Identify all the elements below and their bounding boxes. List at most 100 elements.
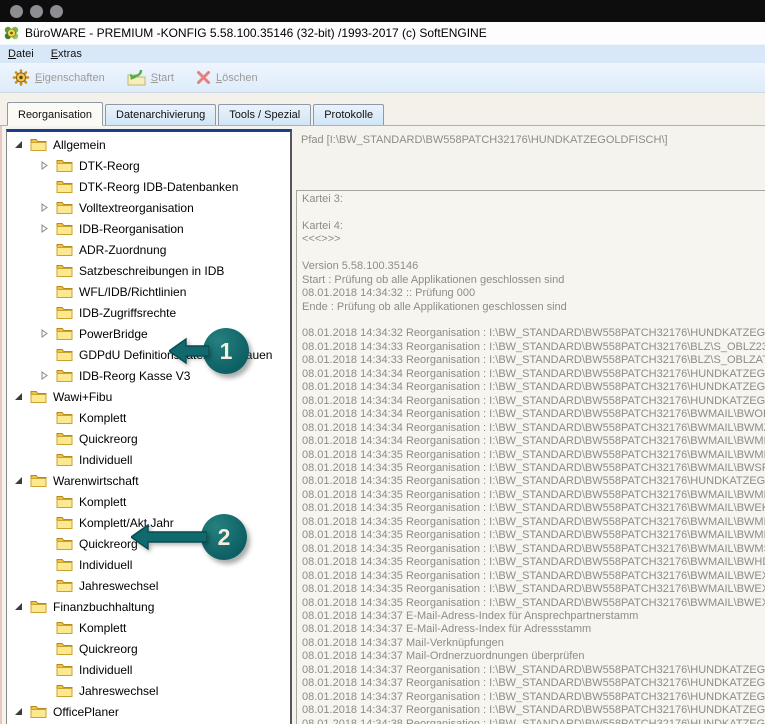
tree-item-volltextreorganisation[interactable]: Volltextreorganisation — [7, 197, 290, 218]
folder-icon — [56, 495, 73, 508]
tree-expander-spacer — [40, 581, 53, 591]
tree-item-idb-reorganisation[interactable]: IDB-Reorganisation — [7, 218, 290, 239]
app-window: BüroWARE - PREMIUM -KONFIG 5.58.100.3514… — [0, 0, 765, 724]
tree-item-label: IDB-Reorganisation — [79, 221, 184, 236]
tree-item-quickreorg[interactable]: Quickreorg — [7, 638, 290, 659]
tree-item-gdpdu-definitionsdateien-aufbauen[interactable]: GDPdU Definitionsdateien aufbauen — [7, 344, 290, 365]
log-line: 08.01.2018 14:34:37 Reorganisation : I:\… — [302, 704, 765, 717]
tree-item-dtk-reorg-idb-datenbanken[interactable]: DTK-Reorg IDB-Datenbanken — [7, 176, 290, 197]
window-zoom-button[interactable] — [50, 5, 63, 18]
log-line: 08.01.2018 14:34:35 Reorganisation : I:\… — [302, 583, 765, 596]
tree-item-label: DTK-Reorg — [79, 158, 140, 173]
folder-icon — [56, 621, 73, 634]
path-label: Pfad [I:\BW_STANDARD\BW558PATCH32176\HUN… — [301, 134, 668, 146]
folder-icon — [56, 285, 73, 298]
tree-expander[interactable] — [14, 602, 27, 612]
tree-item-jahreswechsel[interactable]: Jahreswechsel — [7, 680, 290, 701]
tree-item-warenwirtschaft[interactable]: Warenwirtschaft — [7, 470, 290, 491]
tree-expander[interactable] — [40, 371, 53, 381]
log-line: 08.01.2018 14:34:34 Reorganisation : I:\… — [302, 422, 765, 435]
tree-expanded-icon — [14, 140, 23, 149]
tree-item-label: Jahreswechsel — [79, 578, 158, 593]
log-line: 08.01.2018 14:34:35 Reorganisation : I:\… — [302, 449, 765, 462]
tree-item-dtk-reorg[interactable]: DTK-Reorg — [7, 155, 290, 176]
tree-item-satzbeschreibungen-in-idb[interactable]: Satzbeschreibungen in IDB — [7, 260, 290, 281]
delete-cross-icon — [196, 70, 211, 85]
tree-expander[interactable] — [14, 476, 27, 486]
tree-expander-spacer — [40, 266, 53, 276]
log-line: Kartei 4: — [302, 220, 765, 233]
reorganisation-tree-panel[interactable]: Allgemein DTK-Reorg DTK-Reorg IDB-Datenban… — [6, 129, 292, 724]
tree-item-komplett-akt-jahr[interactable]: Komplett/Akt.Jahr — [7, 512, 290, 533]
log-line: 08.01.2018 14:34:35 Reorganisation : I:\… — [302, 529, 765, 542]
tree-expander-spacer — [40, 287, 53, 297]
tree-expander[interactable] — [40, 329, 53, 339]
log-line: 08.01.2018 14:34:37 Mail-Verknüpfungen — [302, 637, 765, 650]
tree-expander-spacer — [40, 413, 53, 423]
tree-expander[interactable] — [40, 161, 53, 171]
tree-item-idb-zugriffsrechte[interactable]: IDB-Zugriffsrechte — [7, 302, 290, 323]
folder-icon — [30, 474, 47, 487]
eigenschaften-button[interactable]: Eigenschaften — [8, 67, 109, 88]
window-minimize-button[interactable] — [30, 5, 43, 18]
log-line: 08.01.2018 14:34:35 Reorganisation : I:\… — [302, 516, 765, 529]
tree-expander[interactable] — [40, 203, 53, 213]
tree-item-individuell[interactable]: Individuell — [7, 449, 290, 470]
tree-item-label: Jahreswechsel — [79, 683, 158, 698]
tree-expanded-icon — [14, 707, 23, 716]
tree-item-komplett[interactable]: Komplett — [7, 407, 290, 428]
tree-item-finanzbuchhaltung[interactable]: Finanzbuchhaltung — [7, 596, 290, 617]
tree-expanded-icon — [14, 476, 23, 485]
tree-item-label: ADR-Zuordnung — [79, 242, 166, 257]
tree-expander-spacer — [40, 245, 53, 255]
log-line: 08.01.2018 14:34:35 Reorganisation : I:\… — [302, 462, 765, 475]
tree-item-jahreswechsel[interactable]: Jahreswechsel — [7, 575, 290, 596]
tree-expander[interactable] — [40, 224, 53, 234]
tree-expander[interactable] — [14, 140, 27, 150]
log-line: Kartei 3: — [302, 193, 765, 206]
tree-expander[interactable] — [14, 392, 27, 402]
log-line — [302, 314, 765, 327]
tree-item-komplett[interactable]: Komplett — [7, 617, 290, 638]
tree-item-quickreorg[interactable]: Quickreorg — [7, 428, 290, 449]
tree-item-komplett[interactable]: Komplett — [7, 491, 290, 512]
tab-reorganisation[interactable]: Reorganisation — [7, 102, 103, 126]
tree-item-powerbridge[interactable]: PowerBridge — [7, 323, 290, 344]
tree-item-wfl-idb-richtlinien[interactable]: WFL/IDB/Richtlinien — [7, 281, 290, 302]
folder-icon — [56, 579, 73, 592]
tree-item-individuell[interactable]: Individuell — [7, 659, 290, 680]
tree-item-quickreorg[interactable]: Quickreorg — [7, 533, 290, 554]
tree-item-label: Komplett — [79, 620, 126, 635]
tab-protokolle[interactable]: Protokolle — [313, 104, 384, 125]
log-line: 08.01.2018 14:34:35 Reorganisation : I:\… — [302, 543, 765, 556]
tree-expander[interactable] — [14, 707, 27, 717]
menu-item-datei[interactable]: Datei — [8, 48, 34, 60]
log-line: 08.01.2018 14:34:38 Reorganisation : I:\… — [302, 718, 765, 724]
window-titlebar-controls — [0, 0, 765, 22]
tree-item-allgemein[interactable]: Allgemein — [7, 134, 290, 155]
window-close-button[interactable] — [10, 5, 23, 18]
tree-item-officeplaner[interactable]: OfficePlaner — [7, 701, 290, 722]
tree-item-label: OfficePlaner — [53, 704, 119, 719]
menu-item-extras[interactable]: Extras — [51, 48, 82, 60]
tree-item-label: Quickreorg — [79, 536, 138, 551]
log-line: 08.01.2018 14:34:37 E-Mail-Adress-Index … — [302, 610, 765, 623]
log-line: 08.01.2018 14:34:37 Reorganisation : I:\… — [302, 664, 765, 677]
tree-item-adr-zuordnung[interactable]: ADR-Zuordnung — [7, 239, 290, 260]
tree-item-idb-reorg-kasse-v3[interactable]: IDB-Reorg Kasse V3 — [7, 365, 290, 386]
folder-icon — [56, 537, 73, 550]
window-title: BüroWARE - PREMIUM -KONFIG 5.58.100.3514… — [25, 26, 487, 40]
start-button[interactable]: Start — [123, 67, 178, 88]
tab-datenarchivierung[interactable]: Datenarchivierung — [105, 104, 216, 125]
tree-item-individuell[interactable]: Individuell — [7, 554, 290, 575]
tree-item-wawi-fibu[interactable]: Wawi+Fibu — [7, 386, 290, 407]
tree-expander-spacer — [40, 455, 53, 465]
log-line: 08.01.2018 14:34:34 Reorganisation : I:\… — [302, 408, 765, 421]
tab-tools-spezial[interactable]: Tools / Spezial — [218, 104, 311, 125]
log-line: Ende : Prüfung ob alle Applikationen ges… — [302, 301, 765, 314]
tree-expander-spacer — [40, 644, 53, 654]
protocol-log-panel[interactable]: Kartei 3:Kartei 4:<<<>>>Version 5.58.100… — [296, 190, 765, 724]
l-schen-button[interactable]: Löschen — [192, 68, 262, 87]
tree-item-label: Individuell — [79, 557, 132, 572]
log-line: 08.01.2018 14:34:35 Reorganisation : I:\… — [302, 597, 765, 610]
